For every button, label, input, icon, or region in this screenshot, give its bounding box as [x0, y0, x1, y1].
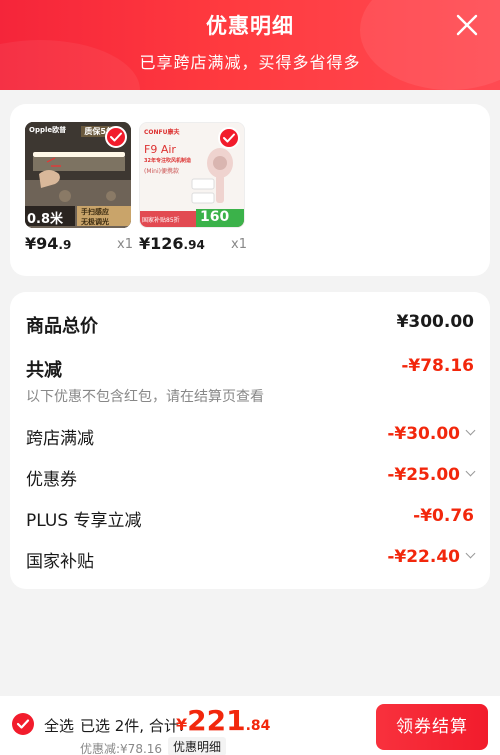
- checkout-button[interactable]: 领券结算: [376, 704, 488, 750]
- product-check-icon[interactable]: [218, 127, 240, 149]
- close-icon[interactable]: [454, 12, 480, 38]
- chevron-down-icon: [465, 466, 476, 477]
- thumb-size: 0.8米: [27, 212, 64, 227]
- goods-total-value: ¥300.00: [396, 312, 474, 332]
- discount-row-coupon[interactable]: 优惠券 -¥25.00: [26, 463, 476, 491]
- discount-label: 国家补贴: [26, 552, 94, 572]
- products-card: Opple欧普 质保5年 0.8米 手扫感应 无极调光 ¥94.9 x1 CON…: [10, 104, 490, 276]
- checkout-bar: 全选 已选 2件, 合计: ¥221.84 优惠减:¥78.16 优惠明细 领券…: [0, 696, 500, 755]
- product-thumbnail[interactable]: CONFU康夫 F9 Air 32年专注吹风机制造 (Mini)便携款 国家补贴…: [139, 122, 245, 228]
- thumb-model: F9 Air: [144, 143, 176, 156]
- product-price: ¥94.9: [25, 234, 72, 253]
- thumb-price: 160: [200, 209, 230, 225]
- product-thumbnail[interactable]: Opple欧普 质保5年 0.8米 手扫感应 无极调光: [25, 122, 131, 228]
- discount-label: 跨店满减: [26, 429, 94, 449]
- discount-value: -¥22.40: [387, 547, 476, 567]
- discount-row-subsidy[interactable]: 国家补贴 -¥22.40: [26, 545, 476, 573]
- thumb-brand: Opple欧普: [29, 126, 67, 134]
- thumb-brand: CONFU康夫: [144, 129, 180, 136]
- total-reduce-row: 共减 -¥78.16: [26, 354, 474, 382]
- selected-count-label: 已选 2件, 合计:: [80, 717, 184, 735]
- page-title: 优惠明细: [206, 14, 294, 38]
- product-item[interactable]: Opple欧普 质保5年 0.8米 手扫感应 无极调光 ¥94.9 x1: [25, 122, 133, 253]
- discount-value: -¥25.00: [387, 465, 476, 485]
- discount-label: PLUS 专享立减: [26, 511, 142, 531]
- thumb-tagline: 32年专注吹风机制造: [144, 158, 191, 164]
- product-price: ¥126.94: [139, 234, 205, 253]
- page-subtitle: 已享跨店满减，买得多省得多: [139, 53, 361, 72]
- total-reduce-value: -¥78.16: [401, 356, 474, 376]
- goods-total-label: 商品总价: [26, 316, 98, 337]
- product-check-icon[interactable]: [105, 126, 127, 148]
- chevron-down-icon: [465, 548, 476, 559]
- discount-amount: 优惠减:¥78.16: [80, 742, 163, 755]
- discount-value: -¥30.00: [387, 424, 476, 444]
- total-price: ¥221.84: [176, 704, 271, 737]
- goods-total-row: 商品总价 ¥300.00: [26, 310, 474, 338]
- header: 优惠明细 已享跨店满减，买得多省得多: [0, 0, 500, 90]
- discount-note: 以下优惠不包含红包，请在结算页查看: [26, 389, 264, 405]
- discount-row-cross-store[interactable]: 跨店满减 -¥30.00: [26, 422, 476, 450]
- discount-row-plus: PLUS 专享立减 -¥0.76: [26, 504, 474, 532]
- thumb-promo: 国家补贴85折: [142, 217, 180, 224]
- thumb-feature: 无极调光: [81, 218, 109, 226]
- product-price-row: ¥126.94 x1: [139, 234, 247, 256]
- product-quantity: x1: [231, 237, 247, 252]
- discount-summary-card: 商品总价 ¥300.00 共减 -¥78.16 以下优惠不包含红包，请在结算页查…: [10, 292, 490, 589]
- total-reduce-label: 共减: [26, 360, 62, 381]
- select-all-check-icon[interactable]: [12, 713, 34, 735]
- product-quantity: x1: [117, 237, 133, 252]
- select-all-label[interactable]: 全选: [44, 715, 74, 736]
- chevron-down-icon: [465, 425, 476, 436]
- discount-value: -¥0.76: [413, 506, 474, 526]
- discount-detail-link[interactable]: 优惠明细: [168, 737, 227, 755]
- product-item[interactable]: CONFU康夫 F9 Air 32年专注吹风机制造 (Mini)便携款 国家补贴…: [139, 122, 247, 253]
- product-price-row: ¥94.9 x1: [25, 234, 133, 256]
- thumb-feature: 手扫感应: [81, 208, 109, 216]
- thumb-mini: (Mini)便携款: [144, 168, 179, 175]
- discount-label: 优惠券: [26, 470, 77, 490]
